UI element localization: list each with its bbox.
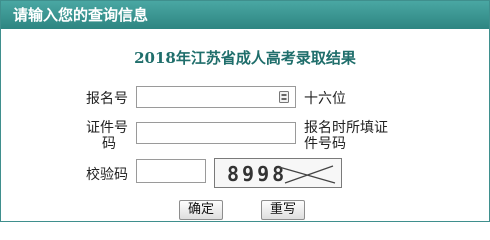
id-number-input[interactable]: [136, 122, 296, 144]
captcha-image[interactable]: 8998: [214, 158, 342, 188]
id-number-label-line1: 证件号: [86, 120, 128, 136]
id-number-hint-line2: 件号码: [304, 136, 346, 152]
captcha-code: 8998: [227, 162, 287, 186]
page-title: 2018年江苏省成人高考录取结果: [134, 49, 356, 67]
exam-number-label: 报名号: [86, 91, 128, 107]
id-number-hint-line1: 报名时所填证: [304, 120, 388, 136]
exam-number-hint: 十六位: [304, 91, 346, 107]
captcha-input[interactable]: [136, 159, 206, 183]
keyboard-icon: [279, 91, 289, 103]
id-number-label-line2: 码: [102, 136, 116, 152]
reset-button[interactable]: 重写: [261, 200, 305, 220]
captcha-label: 校验码: [86, 167, 128, 183]
captcha-graphic: 8998: [227, 162, 336, 186]
query-panel: 请输入您的查询信息 2018年江苏省成人高考录取结果 报名号 十六位 证件号 码…: [0, 0, 490, 222]
panel-header: 请输入您的查询信息: [1, 1, 489, 29]
confirm-button[interactable]: 确定: [179, 200, 223, 220]
exam-number-input[interactable]: [136, 86, 296, 108]
